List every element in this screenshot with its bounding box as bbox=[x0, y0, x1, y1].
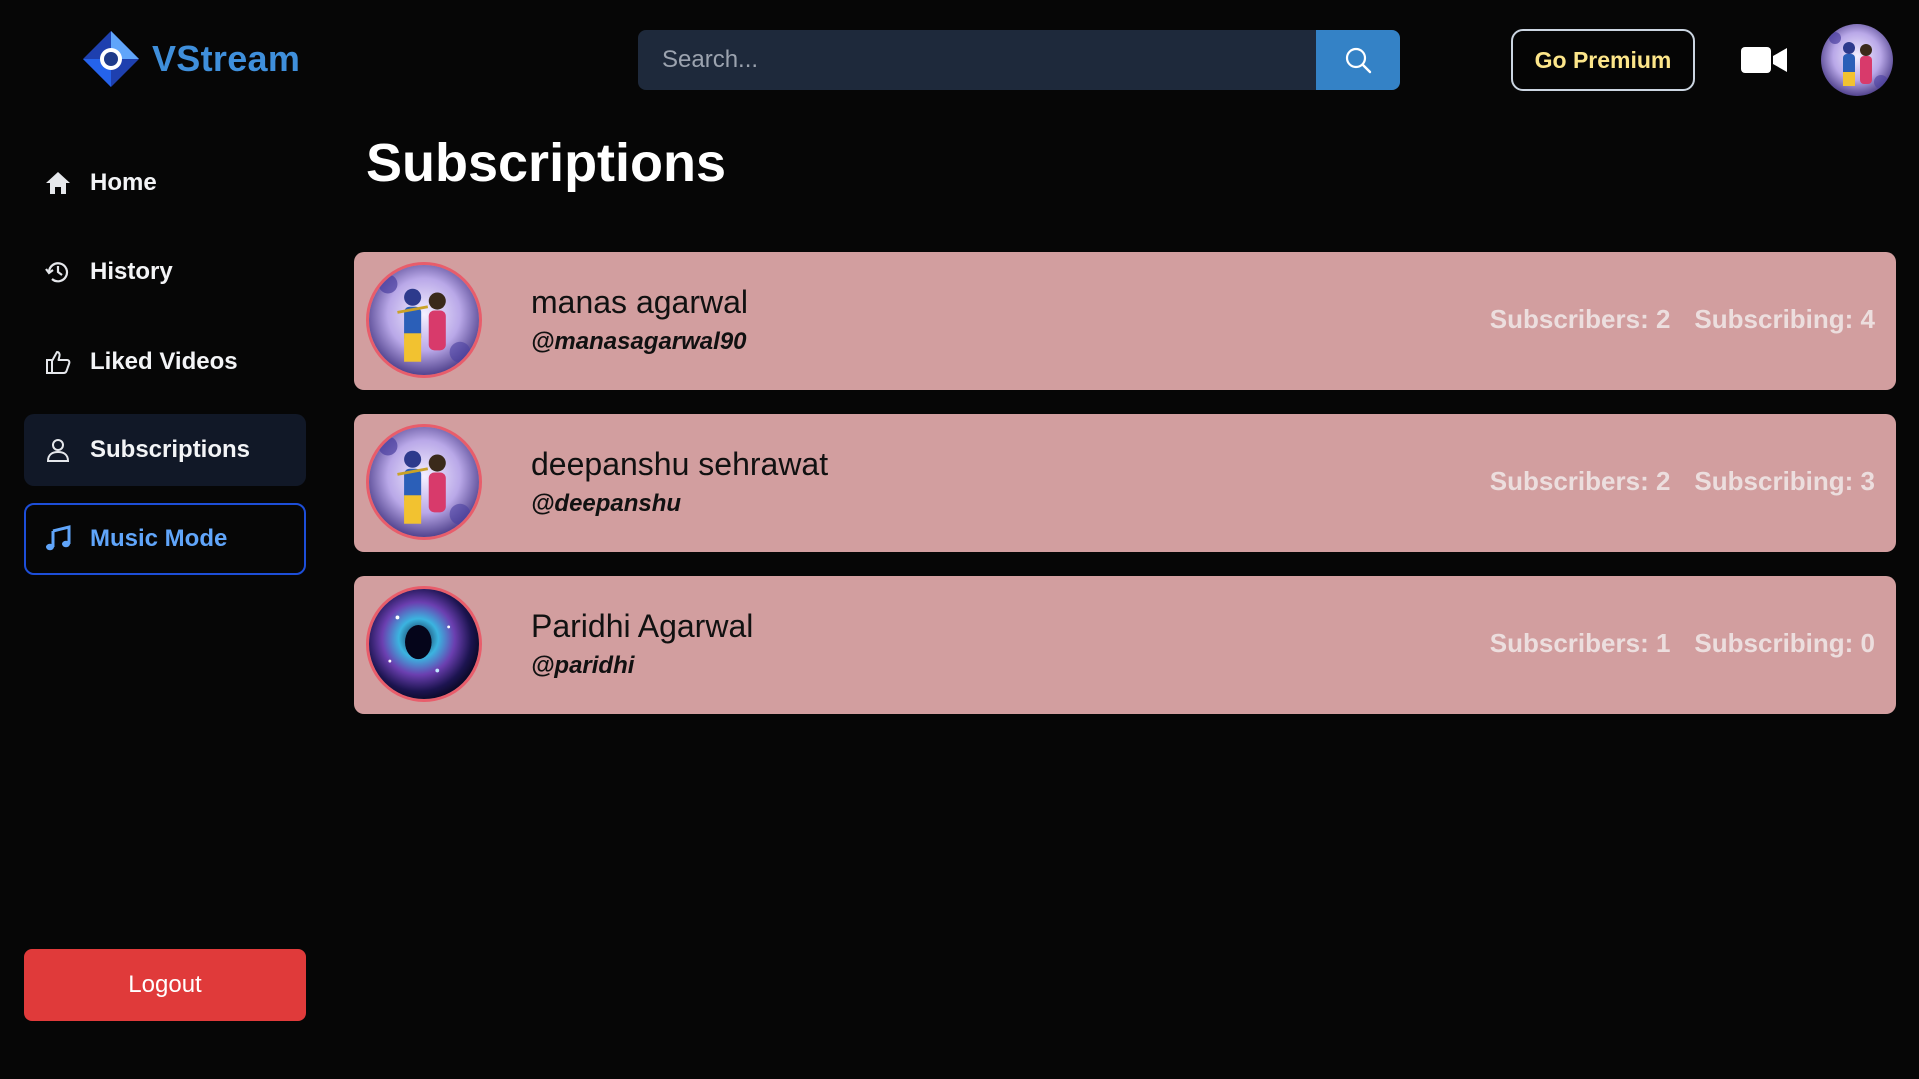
sidebar-item-label: Subscriptions bbox=[90, 436, 251, 463]
sidebar-item-history[interactable]: History bbox=[24, 236, 306, 308]
user-avatar[interactable] bbox=[1821, 24, 1893, 96]
vstream-logo-icon bbox=[83, 31, 139, 87]
go-premium-button[interactable]: Go Premium bbox=[1511, 29, 1695, 91]
search-button[interactable] bbox=[1316, 30, 1400, 90]
history-icon bbox=[45, 262, 69, 283]
krishna-radha-avatar-image bbox=[369, 427, 479, 537]
logout-button[interactable]: Logout bbox=[24, 949, 306, 1021]
subscription-avatar bbox=[366, 424, 482, 540]
nebula-avatar-image bbox=[369, 589, 479, 699]
subscription-avatar bbox=[366, 586, 482, 702]
subscribers-count: Subscribers: 2 bbox=[1489, 304, 1671, 334]
sidebar-item-home[interactable]: Home bbox=[24, 147, 306, 219]
subscription-handle: @paridhi bbox=[531, 652, 635, 679]
subscribing-count: Subscribing: 3 bbox=[1694, 466, 1875, 496]
subscribing-count: Subscribing: 0 bbox=[1694, 628, 1875, 658]
subscription-handle: @deepanshu bbox=[531, 490, 682, 517]
subscription-stats: Subscribers: 2 Subscribing: 3 bbox=[1490, 466, 1875, 497]
krishna-radha-avatar-image bbox=[1821, 24, 1893, 96]
music-note-icon bbox=[46, 525, 71, 551]
sidebar-item-label: Liked Videos bbox=[90, 348, 238, 375]
sidebar-item-subscriptions[interactable]: Subscriptions bbox=[24, 414, 306, 486]
subscription-card[interactable]: Paridhi Agarwal @paridhi Subscribers: 1 … bbox=[354, 576, 1896, 714]
app-root: VStream Go Premium bbox=[0, 0, 1919, 1079]
home-icon bbox=[46, 172, 70, 194]
subscription-stats: Subscribers: 2 Subscribing: 4 bbox=[1490, 304, 1875, 335]
krishna-radha-avatar-image bbox=[369, 265, 479, 375]
subscribers-count: Subscribers: 1 bbox=[1489, 628, 1671, 658]
user-icon bbox=[46, 439, 70, 462]
subscription-name: Paridhi Agarwal bbox=[531, 608, 754, 644]
sidebar-item-label: Home bbox=[90, 169, 157, 196]
page-title: Subscriptions bbox=[366, 133, 727, 193]
app-logo[interactable]: VStream bbox=[80, 28, 300, 90]
subscribing-count: Subscribing: 4 bbox=[1694, 304, 1875, 334]
search-icon bbox=[1345, 47, 1372, 74]
sidebar-item-liked-videos[interactable]: Liked Videos bbox=[24, 326, 306, 398]
upload-video-icon[interactable] bbox=[1741, 44, 1787, 76]
subscription-stats: Subscribers: 1 Subscribing: 0 bbox=[1490, 628, 1875, 659]
subscription-name: manas agarwal bbox=[531, 284, 748, 320]
sidebar-item-label: Music Mode bbox=[90, 525, 228, 552]
subscription-card[interactable]: manas agarwal @manasagarwal90 Subscriber… bbox=[354, 252, 1896, 390]
subscription-card[interactable]: deepanshu sehrawat @deepanshu Subscriber… bbox=[354, 414, 1896, 552]
subscription-name: deepanshu sehrawat bbox=[531, 446, 829, 482]
sidebar-item-music-mode[interactable]: Music Mode bbox=[24, 503, 306, 575]
sidebar-item-label: History bbox=[90, 258, 173, 285]
subscription-handle: @manasagarwal90 bbox=[531, 328, 747, 355]
search-input[interactable] bbox=[638, 30, 1316, 90]
subscribers-count: Subscribers: 2 bbox=[1489, 466, 1671, 496]
subscription-avatar bbox=[366, 262, 482, 378]
search-bar bbox=[638, 30, 1400, 90]
app-name: VStream bbox=[152, 38, 301, 79]
thumbs-up-icon bbox=[46, 351, 71, 374]
